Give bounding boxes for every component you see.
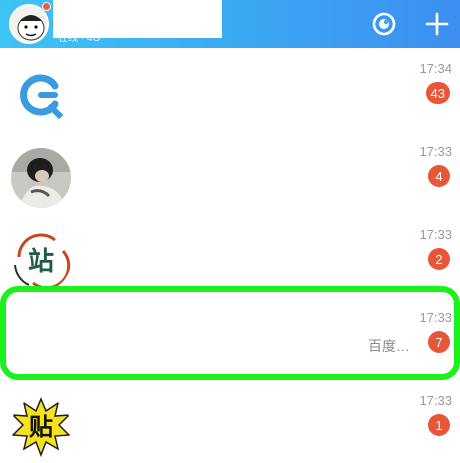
notification-dot xyxy=(42,2,51,11)
camera-button[interactable] xyxy=(369,9,399,39)
plus-icon xyxy=(425,12,449,36)
meme-face-icon xyxy=(11,6,47,42)
svg-text:站: 站 xyxy=(28,247,54,277)
message-time: 17:34 xyxy=(419,61,452,76)
message-time: 17:33 xyxy=(419,227,452,242)
conversation-item[interactable]: 17:34 43 xyxy=(0,52,460,135)
message-time: 17:33 xyxy=(419,144,452,159)
unread-badge: 43 xyxy=(425,82,450,104)
top-bar: 在线 · 4G xyxy=(0,0,460,48)
unread-badge: 2 xyxy=(428,248,450,270)
zhan-logo-icon: 站 xyxy=(11,231,71,291)
highlight-box xyxy=(0,286,460,380)
svg-text:贴: 贴 xyxy=(29,413,53,441)
add-button[interactable] xyxy=(422,9,452,39)
tieba-logo-icon: 贴 xyxy=(11,397,71,457)
online-status: 在线 · 4G xyxy=(58,33,101,44)
q-logo-icon xyxy=(11,65,71,125)
conversation-item[interactable]: 17:33 4 xyxy=(0,135,460,218)
camera-icon xyxy=(372,12,396,36)
conversation-item[interactable]: 贴 17:33 1 xyxy=(0,384,460,463)
photo-avatar xyxy=(11,148,71,208)
message-time: 17:33 xyxy=(419,393,452,408)
unread-badge: 4 xyxy=(428,165,450,187)
unread-badge: 1 xyxy=(428,414,450,436)
